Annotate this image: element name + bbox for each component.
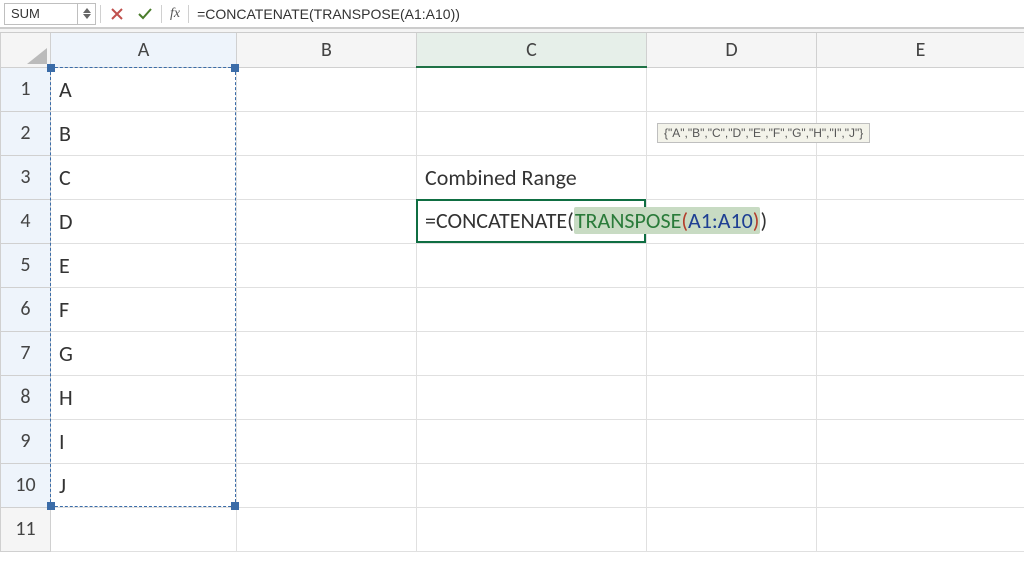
cell-A2[interactable]: B bbox=[51, 111, 237, 155]
edit-token-eq: = bbox=[425, 207, 436, 234]
formula-bar-separator-3 bbox=[188, 5, 189, 23]
cell-B4[interactable] bbox=[237, 199, 417, 243]
cell-A11[interactable] bbox=[51, 507, 237, 551]
cell-B6[interactable] bbox=[237, 287, 417, 331]
cell-A4[interactable]: D bbox=[51, 199, 237, 243]
cell-A3[interactable]: C bbox=[51, 155, 237, 199]
cancel-button[interactable] bbox=[105, 3, 129, 25]
cell-A9[interactable]: I bbox=[51, 419, 237, 463]
column-header-E[interactable]: E bbox=[817, 33, 1024, 67]
edit-token-concat: CONCATENATE bbox=[436, 207, 567, 234]
row-header-8[interactable]: 8 bbox=[1, 375, 51, 419]
cell-D11[interactable] bbox=[647, 507, 817, 551]
row-header-9[interactable]: 9 bbox=[1, 419, 51, 463]
column-header-A[interactable]: A bbox=[51, 33, 237, 67]
dropdown-up-icon bbox=[83, 8, 91, 13]
edit-token-open2: ( bbox=[681, 207, 688, 234]
formula-bar-separator-2 bbox=[161, 5, 162, 23]
cell-C11[interactable] bbox=[417, 507, 647, 551]
edit-token-transpose: TRANSPOSE bbox=[575, 207, 682, 234]
edit-token-open1: ( bbox=[567, 207, 574, 234]
cell-B7[interactable] bbox=[237, 331, 417, 375]
column-header-C[interactable]: C bbox=[417, 33, 647, 67]
cell-E7[interactable] bbox=[817, 331, 1024, 375]
row-header-5[interactable]: 5 bbox=[1, 243, 51, 287]
edit-selected-argument: TRANSPOSE(A1:A10) bbox=[574, 207, 761, 234]
formula-input[interactable] bbox=[193, 6, 1020, 22]
edit-token-close2: ) bbox=[753, 207, 760, 234]
cell-E10[interactable] bbox=[817, 463, 1024, 507]
cell-D10[interactable] bbox=[647, 463, 817, 507]
cell-C10[interactable] bbox=[417, 463, 647, 507]
cell-A5[interactable]: E bbox=[51, 243, 237, 287]
formula-evaluate-tooltip: {"A","B","C","D","E","F","G","H","I","J"… bbox=[657, 123, 870, 143]
cell-C4[interactable]: =CONCATENATE(TRANSPOSE(A1:A10)) bbox=[417, 199, 647, 243]
cell-D6[interactable] bbox=[647, 287, 817, 331]
cell-A6[interactable]: F bbox=[51, 287, 237, 331]
row-header-11[interactable]: 11 bbox=[1, 507, 51, 551]
cell-D7[interactable] bbox=[647, 331, 817, 375]
cell-D8[interactable] bbox=[647, 375, 817, 419]
fx-label[interactable]: fx bbox=[166, 6, 184, 22]
column-header-row: A B C D E bbox=[1, 33, 1024, 67]
row-header-10[interactable]: 10 bbox=[1, 463, 51, 507]
name-box-dropdown[interactable] bbox=[77, 4, 95, 24]
row-header-4[interactable]: 4 bbox=[1, 199, 51, 243]
cell-A10[interactable]: J bbox=[51, 463, 237, 507]
cell-B11[interactable] bbox=[237, 507, 417, 551]
row-header-3[interactable]: 3 bbox=[1, 155, 51, 199]
name-box-wrapper[interactable] bbox=[4, 3, 96, 25]
select-all-corner[interactable] bbox=[1, 33, 51, 67]
cell-C2[interactable] bbox=[417, 111, 647, 155]
formula-bar-separator bbox=[100, 5, 101, 23]
formula-bar: fx bbox=[0, 0, 1024, 28]
column-header-B[interactable]: B bbox=[237, 33, 417, 67]
cell-C4-edit-content[interactable]: =CONCATENATE(TRANSPOSE(A1:A10)) bbox=[425, 207, 769, 234]
cell-E5[interactable] bbox=[817, 243, 1024, 287]
row-header-6[interactable]: 6 bbox=[1, 287, 51, 331]
cell-E9[interactable] bbox=[817, 419, 1024, 463]
cell-E11[interactable] bbox=[817, 507, 1024, 551]
cell-D9[interactable] bbox=[647, 419, 817, 463]
cell-B9[interactable] bbox=[237, 419, 417, 463]
cell-B10[interactable] bbox=[237, 463, 417, 507]
cell-E4[interactable] bbox=[817, 199, 1024, 243]
cell-D3[interactable] bbox=[647, 155, 817, 199]
cell-E8[interactable] bbox=[817, 375, 1024, 419]
cell-E3[interactable] bbox=[817, 155, 1024, 199]
dropdown-down-icon bbox=[83, 14, 91, 19]
edit-token-range: A1:A10 bbox=[688, 207, 753, 234]
cell-A1[interactable]: A bbox=[51, 67, 237, 111]
accept-button[interactable] bbox=[133, 3, 157, 25]
cell-E1[interactable] bbox=[817, 67, 1024, 111]
cell-D5[interactable] bbox=[647, 243, 817, 287]
column-header-D[interactable]: D bbox=[647, 33, 817, 67]
edit-token-close1: ) bbox=[760, 207, 767, 234]
row-header-1[interactable]: 1 bbox=[1, 67, 51, 111]
cell-B1[interactable] bbox=[237, 67, 417, 111]
name-box[interactable] bbox=[5, 6, 77, 21]
row-header-2[interactable]: 2 bbox=[1, 111, 51, 155]
cell-B3[interactable] bbox=[237, 155, 417, 199]
cell-B2[interactable] bbox=[237, 111, 417, 155]
cell-C1[interactable] bbox=[417, 67, 647, 111]
cell-C7[interactable] bbox=[417, 331, 647, 375]
cell-C6[interactable] bbox=[417, 287, 647, 331]
cell-E6[interactable] bbox=[817, 287, 1024, 331]
row-header-7[interactable]: 7 bbox=[1, 331, 51, 375]
cell-A7[interactable]: G bbox=[51, 331, 237, 375]
spreadsheet-grid[interactable]: A B C D E 1 A 2 B 3 C Combined Range bbox=[0, 33, 1024, 552]
cell-C5[interactable] bbox=[417, 243, 647, 287]
cell-B8[interactable] bbox=[237, 375, 417, 419]
cell-C9[interactable] bbox=[417, 419, 647, 463]
cell-A8[interactable]: H bbox=[51, 375, 237, 419]
cell-C8[interactable] bbox=[417, 375, 647, 419]
cell-B5[interactable] bbox=[237, 243, 417, 287]
cell-D1[interactable] bbox=[647, 67, 817, 111]
cell-C3[interactable]: Combined Range bbox=[417, 155, 647, 199]
